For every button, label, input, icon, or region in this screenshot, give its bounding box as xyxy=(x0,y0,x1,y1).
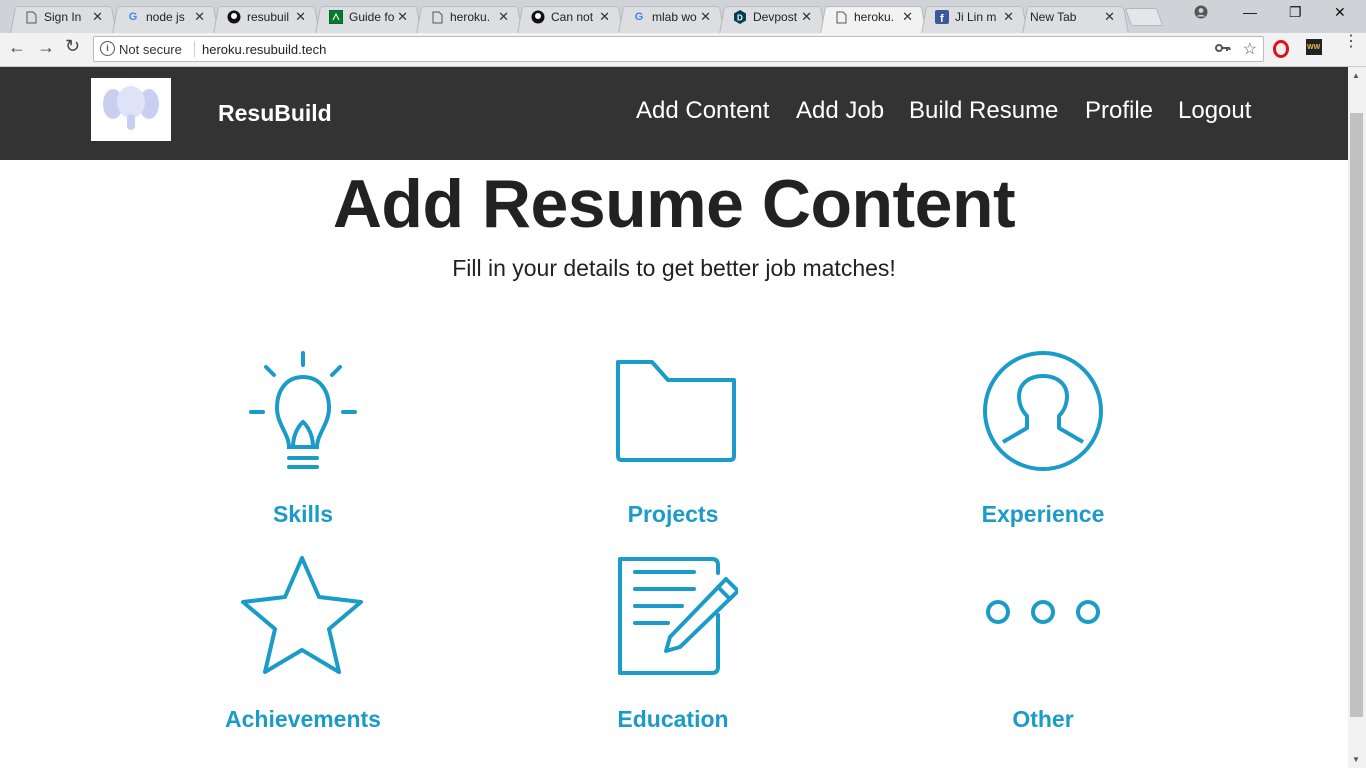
svg-text:D: D xyxy=(737,14,743,23)
browser-tab[interactable]: resubuil ✕ xyxy=(213,3,320,35)
close-icon[interactable]: ✕ xyxy=(397,9,408,25)
opera-icon[interactable] xyxy=(1273,40,1289,63)
page-icon xyxy=(24,10,38,24)
window-close-button[interactable]: ✕ xyxy=(1334,4,1346,21)
content-card-projects[interactable]: Projects xyxy=(543,350,803,530)
close-icon[interactable]: ✕ xyxy=(599,9,610,25)
close-icon[interactable]: ✕ xyxy=(700,9,711,25)
nav-link-add-job[interactable]: Add Job xyxy=(796,97,884,125)
new-tab-button[interactable] xyxy=(1124,8,1164,26)
info-icon[interactable]: i xyxy=(100,41,115,56)
close-icon[interactable]: ✕ xyxy=(295,9,306,25)
content-card-experience[interactable]: Experience xyxy=(913,350,1173,530)
close-icon[interactable]: ✕ xyxy=(1104,9,1115,25)
page-scrollbar[interactable]: ▲ ▼ xyxy=(1348,67,1366,768)
profile-icon[interactable] xyxy=(1194,5,1208,22)
svg-text:WW: WW xyxy=(1307,44,1321,51)
content-card-education[interactable]: Education xyxy=(543,555,803,735)
close-icon[interactable]: ✕ xyxy=(902,9,913,25)
card-label[interactable]: Achievements xyxy=(173,706,433,733)
nav-link-add-content[interactable]: Add Content xyxy=(636,97,769,125)
svg-text:f: f xyxy=(940,13,944,24)
page-subtitle: Fill in your details to get better job m… xyxy=(452,255,896,281)
page-title: Add Resume Content xyxy=(332,166,1016,242)
security-label[interactable]: Not secure xyxy=(119,42,182,57)
url-text[interactable]: heroku.resubuild.tech xyxy=(202,42,326,57)
back-arrow-icon[interactable]: ← xyxy=(8,37,26,58)
scroll-down-arrow-icon[interactable]: ▼ xyxy=(1352,755,1360,764)
browser-tab[interactable]: New Tab ✕ xyxy=(1022,3,1129,35)
document-edit-icon xyxy=(618,557,738,675)
card-label[interactable]: Experience xyxy=(913,501,1173,528)
browser-tab[interactable]: G node js ✕ xyxy=(112,3,219,35)
nav-link-profile[interactable]: Profile xyxy=(1085,97,1153,125)
content-card-skills[interactable]: Skills xyxy=(173,350,433,530)
tab-title: New Tab xyxy=(1030,10,1077,24)
close-icon[interactable]: ✕ xyxy=(92,9,103,25)
key-icon[interactable] xyxy=(1215,41,1231,58)
browser-tab[interactable]: Sign In ✕ xyxy=(10,3,117,35)
devpost-icon: D xyxy=(733,10,747,24)
menu-icon[interactable]: ⋮ xyxy=(1343,34,1359,50)
restore-button[interactable]: ❐ xyxy=(1289,4,1302,21)
scrollbar-thumb[interactable] xyxy=(1350,113,1363,717)
page-icon xyxy=(834,10,848,24)
browser-tab[interactable]: D Devpost ✕ xyxy=(719,3,826,35)
page-icon xyxy=(430,10,444,24)
github-icon xyxy=(227,10,241,24)
browser-tab-strip: Sign In ✕ G node js ✕ resubuil ✕ Guide f… xyxy=(0,0,1366,35)
site-navbar: ResuBuild Add Content Add Job Build Resu… xyxy=(0,67,1348,160)
bookmark-star-icon[interactable]: ☆ xyxy=(1243,39,1257,59)
browser-tab[interactable]: heroku. ✕ xyxy=(416,3,523,35)
user-circle-icon xyxy=(983,351,1103,471)
scroll-up-arrow-icon[interactable]: ▲ xyxy=(1352,71,1360,80)
nav-link-build-resume[interactable]: Build Resume xyxy=(909,97,1058,125)
browser-tab-active[interactable]: heroku. ✕ xyxy=(820,3,927,35)
star-icon xyxy=(241,556,363,674)
card-label[interactable]: Projects xyxy=(543,501,803,528)
content-card-other[interactable]: Other xyxy=(913,555,1173,735)
content-card-achievements[interactable]: Achievements xyxy=(173,555,433,735)
card-label[interactable]: Education xyxy=(543,706,803,733)
google-icon: G xyxy=(128,11,138,23)
close-icon[interactable]: ✕ xyxy=(801,9,812,25)
forward-arrow-icon[interactable]: → xyxy=(37,37,55,58)
minimize-button[interactable]: — xyxy=(1243,4,1257,20)
guide-icon xyxy=(329,10,343,24)
ellipsis-icon xyxy=(986,600,1100,624)
browser-tab[interactable]: Guide fo ✕ xyxy=(315,3,422,35)
browser-tab[interactable]: Can not ✕ xyxy=(517,3,624,35)
card-label[interactable]: Other xyxy=(913,706,1173,733)
google-icon: G xyxy=(634,11,644,23)
address-bar[interactable]: i Not secure heroku.resubuild.tech ☆ xyxy=(93,36,1264,62)
close-icon[interactable]: ✕ xyxy=(194,9,205,25)
browser-tab[interactable]: G mlab wo ✕ xyxy=(618,3,725,35)
lightbulb-icon xyxy=(249,351,357,469)
divider xyxy=(194,41,195,57)
reload-icon[interactable]: ↻ xyxy=(65,36,80,57)
browser-tab[interactable]: f Ji Lin m ✕ xyxy=(921,3,1028,35)
close-icon[interactable]: ✕ xyxy=(1003,9,1014,25)
github-icon xyxy=(531,10,545,24)
folder-icon xyxy=(616,360,736,462)
close-icon[interactable]: ✕ xyxy=(498,9,509,25)
browser-toolbar: ← → ↻ i Not secure heroku.resubuild.tech… xyxy=(0,33,1366,67)
site-brand[interactable]: ResuBuild xyxy=(218,100,332,127)
site-logo[interactable] xyxy=(91,78,171,141)
facebook-icon: f xyxy=(935,10,949,24)
card-label[interactable]: Skills xyxy=(173,501,433,528)
nav-link-logout[interactable]: Logout xyxy=(1178,97,1251,125)
extension-icon[interactable]: WW xyxy=(1306,39,1322,60)
